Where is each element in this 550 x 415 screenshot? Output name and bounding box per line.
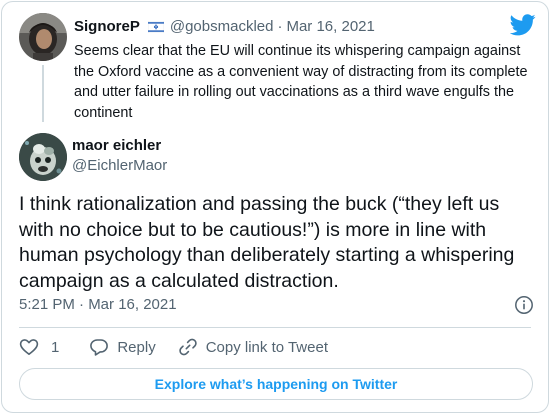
heart-icon bbox=[19, 339, 39, 355]
reply-label: Reply bbox=[117, 338, 156, 356]
twitter-bird-icon[interactable] bbox=[510, 14, 536, 36]
israel-flag-icon bbox=[147, 21, 164, 33]
reply-button[interactable]: Reply bbox=[89, 337, 156, 357]
parent-avatar-image bbox=[19, 13, 67, 61]
parent-author-name[interactable]: SignoreP bbox=[74, 18, 140, 36]
info-icon[interactable] bbox=[514, 295, 534, 315]
actions-divider bbox=[19, 327, 531, 328]
link-icon bbox=[178, 338, 197, 356]
author-avatar-image bbox=[19, 133, 67, 181]
tweet-timestamp[interactable]: 5:21 PM · Mar 16, 2021 bbox=[19, 296, 177, 314]
like-count: 1 bbox=[51, 338, 60, 356]
parent-tweet-date[interactable]: Mar 16, 2021 bbox=[286, 18, 374, 36]
reply-icon bbox=[90, 339, 109, 356]
copy-link-label: Copy link to Tweet bbox=[205, 338, 328, 356]
parent-author-avatar[interactable] bbox=[19, 13, 67, 61]
parent-author-handle[interactable]: @gobsmackled bbox=[170, 18, 274, 36]
tweet-card: SignoreP @gobsmackled · Mar 16, 2021 See… bbox=[1, 1, 549, 413]
tweet-actions: 1 Reply Copy link to Tweet bbox=[19, 337, 328, 357]
parent-tweet-header: SignoreP @gobsmackled · Mar 16, 2021 bbox=[74, 18, 375, 36]
thread-connector-line bbox=[42, 65, 44, 122]
like-button[interactable]: 1 bbox=[19, 337, 59, 357]
copy-link-button[interactable]: Copy link to Tweet bbox=[178, 337, 328, 357]
parent-tweet-text: Seems clear that the EU will continue it… bbox=[74, 43, 528, 121]
author-handle[interactable]: @EichlerMaor bbox=[72, 157, 167, 175]
header-separator: · bbox=[277, 18, 283, 35]
tweet-text: I think rationalization and passing the … bbox=[19, 193, 515, 292]
explore-twitter-button[interactable]: Explore what’s happening on Twitter bbox=[19, 368, 533, 400]
author-name[interactable]: maor eichler bbox=[72, 137, 161, 155]
author-avatar[interactable] bbox=[19, 133, 67, 181]
